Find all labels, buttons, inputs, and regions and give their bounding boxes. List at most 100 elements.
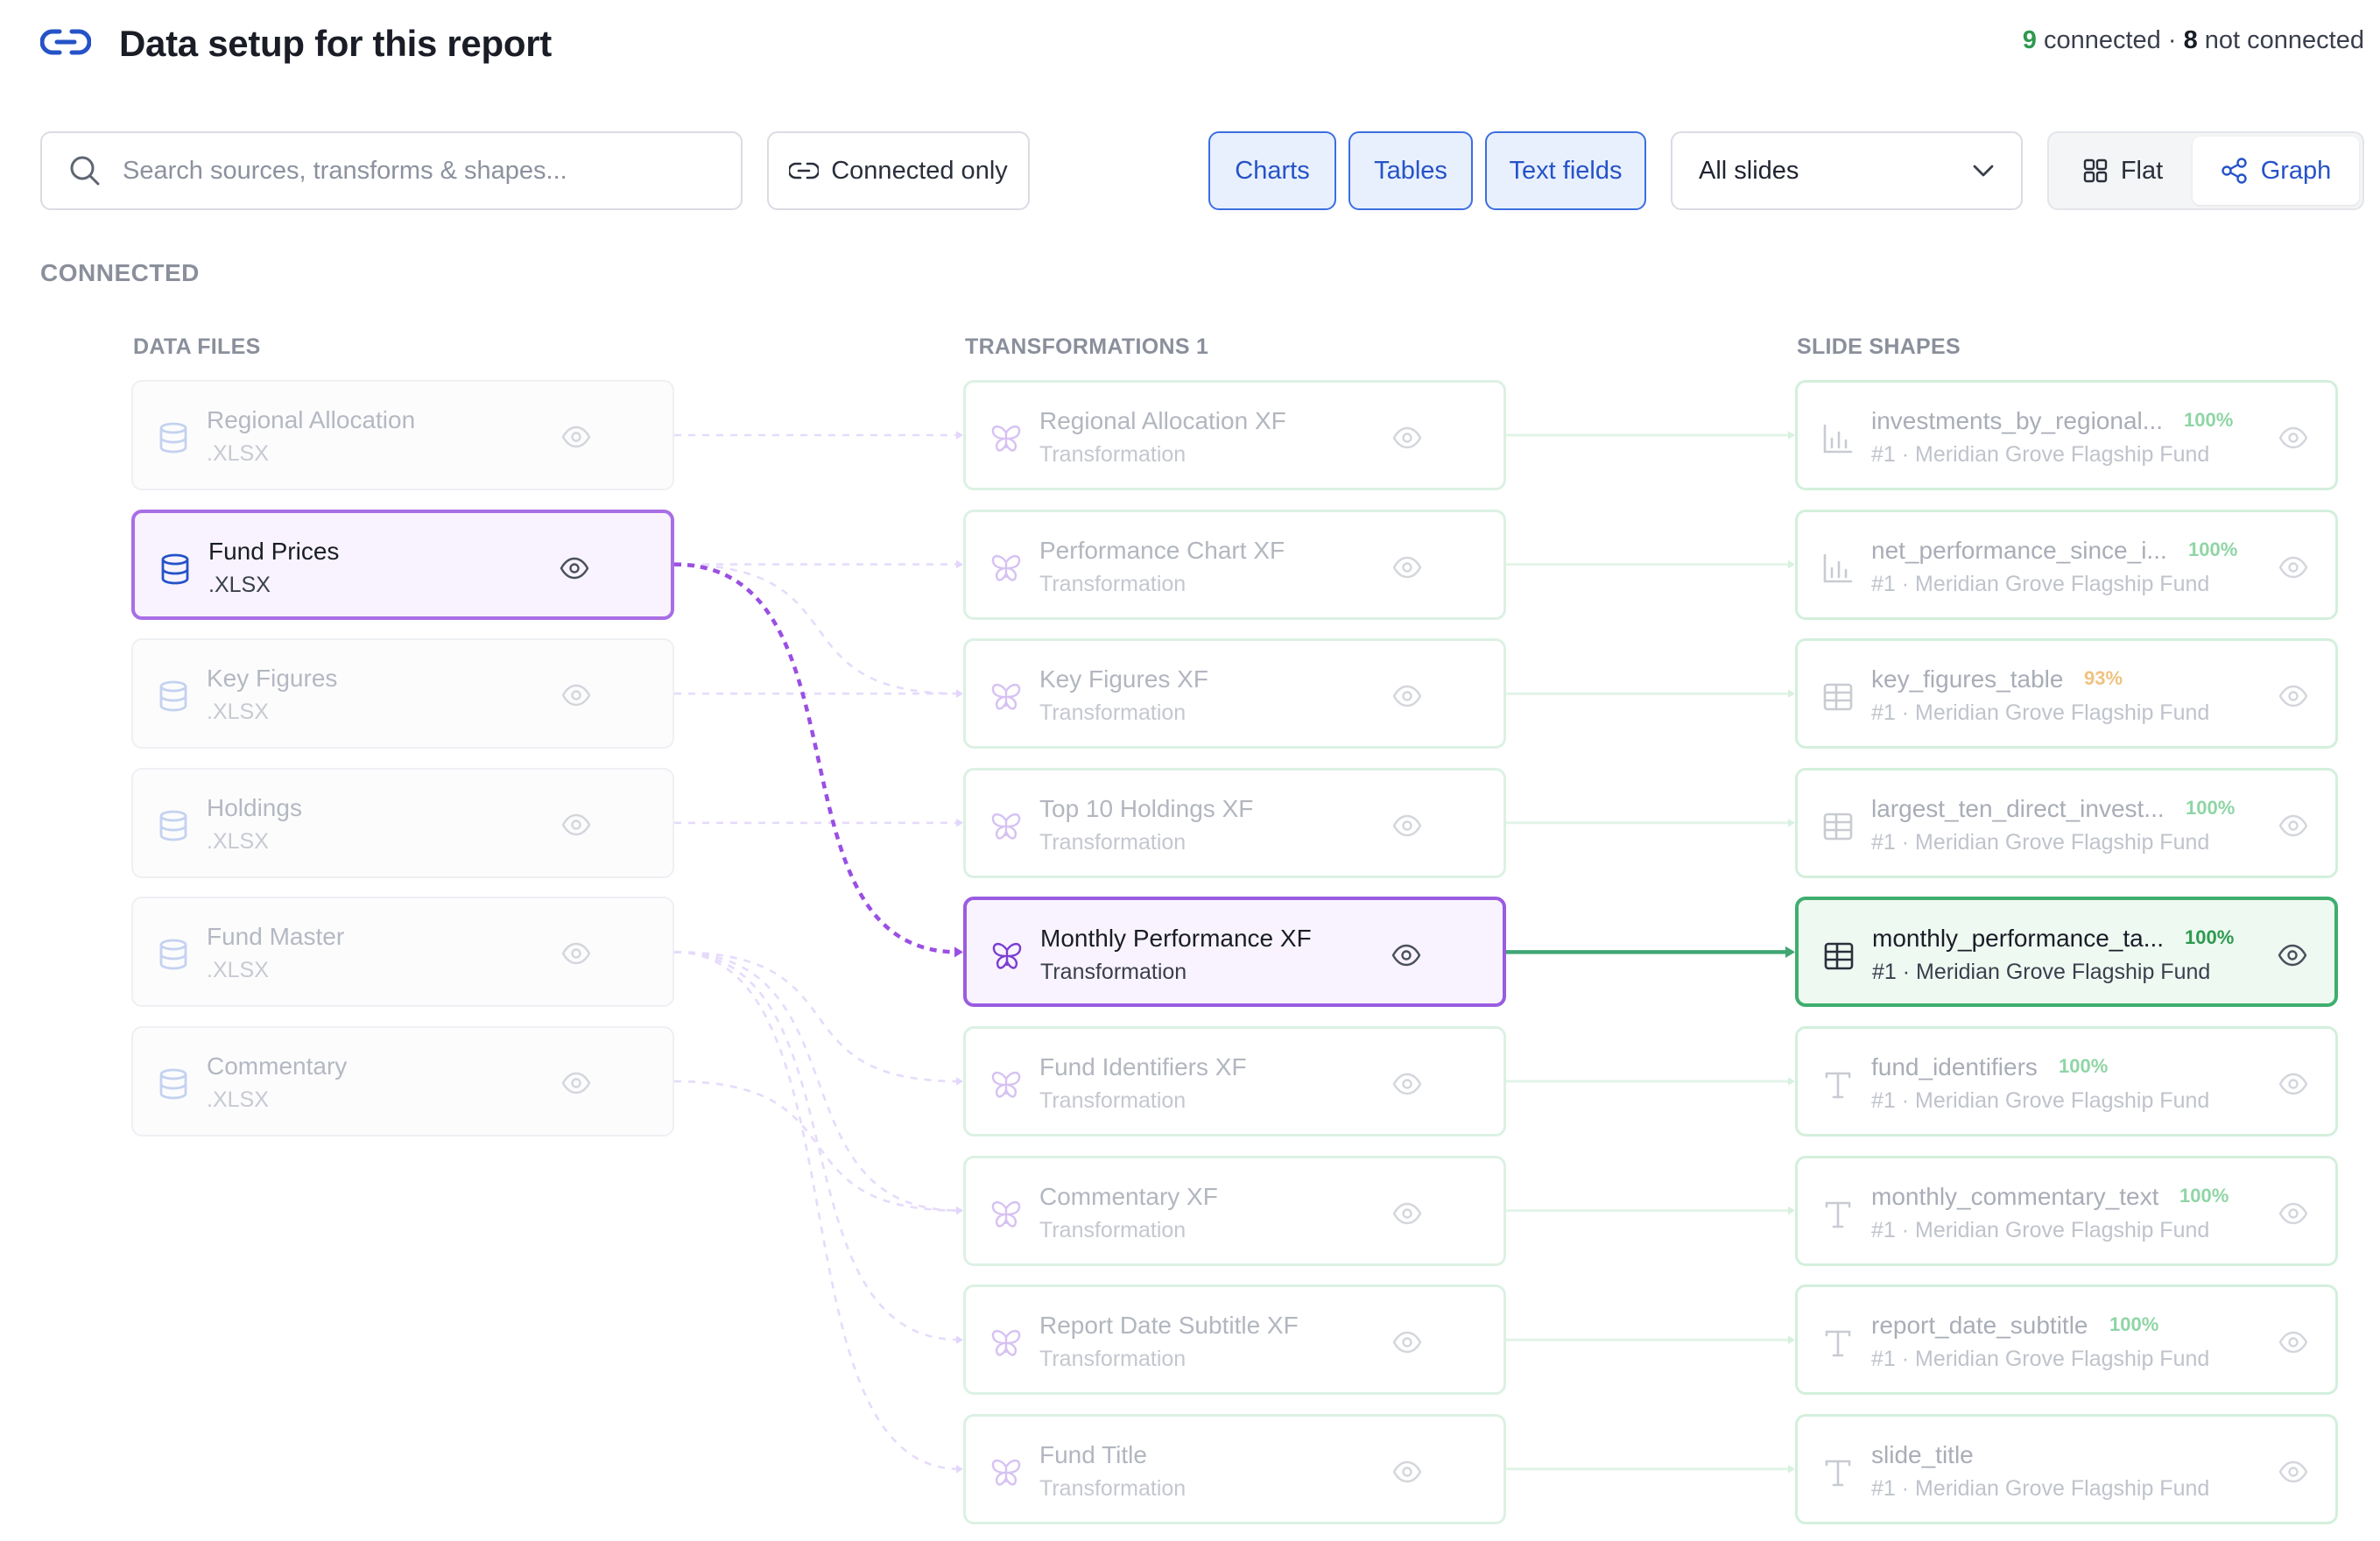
view-graph-label: Graph: [2260, 156, 2332, 185]
edge-arrow: [956, 689, 963, 698]
file-name: Fund Master: [207, 923, 345, 951]
transformation-node[interactable]: Top 10 Holdings XF Transformation: [963, 767, 1506, 878]
filter-chip-tables[interactable]: Tables: [1348, 131, 1473, 210]
filter-chip-text-fields[interactable]: Text fields: [1485, 131, 1646, 210]
eye-icon[interactable]: [2278, 424, 2309, 452]
data-file-node[interactable]: Commentary .XLSX: [131, 1026, 674, 1136]
slides-select[interactable]: All slides: [1671, 131, 2023, 210]
section-label: CONNECTED: [40, 259, 200, 286]
match-percent-badge: 100%: [2179, 1184, 2229, 1207]
slide-shape-node[interactable]: net_performance_since_i... #1 · Meridian …: [1795, 509, 2338, 620]
transformation-node[interactable]: Performance Chart XF Transformation: [963, 509, 1506, 620]
eye-icon[interactable]: [1391, 682, 1423, 710]
slide-shape-node[interactable]: slide_title #1 · Meridian Grove Flagship …: [1795, 1413, 2338, 1524]
transformation-name: Key Figures XF: [1039, 665, 1208, 693]
transformation-node[interactable]: Fund Title Transformation: [963, 1413, 1506, 1524]
search-input[interactable]: [123, 156, 718, 186]
eye-icon[interactable]: [2278, 1328, 2309, 1356]
eye-icon[interactable]: [559, 554, 590, 582]
transformation-type: Transformation: [1039, 442, 1186, 467]
slide-shape-node[interactable]: largest_ten_direct_invest... #1 · Meridia…: [1795, 767, 2338, 878]
eye-icon[interactable]: [560, 423, 592, 451]
eye-icon[interactable]: [2278, 1200, 2309, 1228]
eye-icon[interactable]: [560, 1069, 592, 1097]
butterfly-icon: [991, 1200, 1021, 1228]
eye-icon[interactable]: [2278, 1070, 2309, 1098]
eye-icon[interactable]: [560, 811, 592, 839]
eye-icon[interactable]: [1391, 1200, 1423, 1228]
eye-icon[interactable]: [560, 939, 592, 968]
column-label-slide-shapes: SLIDE SHAPES: [1797, 334, 1961, 359]
database-icon: [159, 1068, 187, 1100]
eye-icon[interactable]: [1391, 424, 1423, 452]
bar-chart-icon: [1823, 424, 1853, 454]
transformation-node[interactable]: Regional Allocation XF Transformation: [963, 380, 1506, 490]
transformation-node[interactable]: Fund Identifiers XF Transformation: [963, 1026, 1506, 1136]
slide-shape-node[interactable]: investments_by_regional... #1 · Meridian …: [1795, 380, 2338, 490]
share-graph-icon: [2221, 158, 2247, 184]
eye-icon[interactable]: [560, 681, 592, 709]
eye-icon[interactable]: [1391, 1070, 1423, 1098]
transformation-node[interactable]: Commentary XF Transformation: [963, 1155, 1506, 1266]
transformation-node[interactable]: Key Figures XF Transformation: [963, 638, 1506, 749]
connected-only-button[interactable]: Connected only: [767, 131, 1030, 210]
status-separator: ·: [2167, 26, 2177, 54]
edge-arrow: [1788, 1077, 1795, 1086]
eye-icon[interactable]: [2278, 1458, 2309, 1486]
view-flat-button[interactable]: Flat: [2053, 137, 2193, 205]
edge-arrow: [956, 559, 963, 569]
data-file-node[interactable]: Fund Prices .XLSX: [131, 509, 674, 620]
butterfly-icon: [991, 425, 1021, 452]
eye-icon[interactable]: [1391, 941, 1422, 969]
transformation-node[interactable]: Report Date Subtitle XF Transformation: [963, 1284, 1506, 1396]
eye-icon[interactable]: [2278, 812, 2309, 840]
eye-icon[interactable]: [1391, 553, 1423, 581]
data-file-node[interactable]: Holdings .XLSX: [131, 767, 674, 878]
text-icon: [1825, 1072, 1851, 1099]
bar-chart-icon: [1823, 553, 1853, 582]
view-graph-button[interactable]: Graph: [2193, 137, 2359, 205]
file-name: Holdings: [207, 793, 302, 821]
slide-reference: #1 · Meridian Grove Flagship Fund: [1871, 571, 2210, 596]
edge-arrow: [956, 431, 963, 440]
butterfly-icon: [991, 1330, 1021, 1356]
table-icon: [1823, 683, 1853, 711]
file-extension: .XLSX: [208, 572, 271, 597]
eye-icon[interactable]: [1391, 812, 1423, 840]
eye-icon[interactable]: [2278, 553, 2309, 581]
slide-shape-node[interactable]: fund_identifiers #1 · Meridian Grove Flag…: [1795, 1026, 2338, 1136]
eye-icon[interactable]: [2277, 941, 2308, 969]
transformation-type: Transformation: [1039, 571, 1186, 596]
edge-arrow: [956, 1465, 963, 1474]
slide-shape-node[interactable]: monthly_performance_ta... #1 · Meridian G…: [1795, 897, 2338, 1008]
match-percent-badge: 100%: [2059, 1055, 2109, 1077]
slide-shape-node[interactable]: key_figures_table #1 · Meridian Grove Fla…: [1795, 638, 2338, 749]
eye-icon[interactable]: [1391, 1328, 1423, 1356]
data-file-node[interactable]: Key Figures .XLSX: [131, 638, 674, 749]
data-file-node[interactable]: Fund Master .XLSX: [131, 897, 674, 1008]
slide-shape-node[interactable]: report_date_subtitle #1 · Meridian Grove …: [1795, 1284, 2338, 1396]
edge-arrow: [1788, 689, 1795, 698]
eye-icon[interactable]: [1391, 1458, 1423, 1486]
edge-arrow: [1788, 431, 1795, 440]
file-name: Regional Allocation: [207, 406, 416, 433]
search-icon: [70, 156, 100, 186]
transformation-node[interactable]: Monthly Performance XF Transformation: [963, 897, 1506, 1008]
slide-shape-node[interactable]: monthly_commentary_text #1 · Meridian Gro…: [1795, 1155, 2338, 1266]
filter-chip-charts[interactable]: Charts: [1208, 131, 1336, 210]
edge-arrow: [956, 1206, 963, 1215]
search-box[interactable]: [40, 131, 743, 210]
table-icon: [1824, 943, 1854, 970]
active-edge-arrow: [1785, 946, 1795, 958]
edge-arrow: [956, 1206, 963, 1215]
file-extension: .XLSX: [207, 700, 269, 725]
chevron-down-icon: [1973, 165, 1994, 177]
transformation-name: Fund Identifiers XF: [1039, 1053, 1247, 1080]
match-percent-badge: 100%: [2186, 796, 2236, 819]
eye-icon[interactable]: [2278, 682, 2309, 710]
data-file-node[interactable]: Regional Allocation .XLSX: [131, 380, 674, 490]
transformation-name: Regional Allocation XF: [1039, 407, 1286, 434]
file-extension: .XLSX: [207, 1087, 269, 1112]
text-icon: [1825, 1330, 1851, 1357]
shape-name: net_performance_since_i...: [1871, 536, 2167, 564]
